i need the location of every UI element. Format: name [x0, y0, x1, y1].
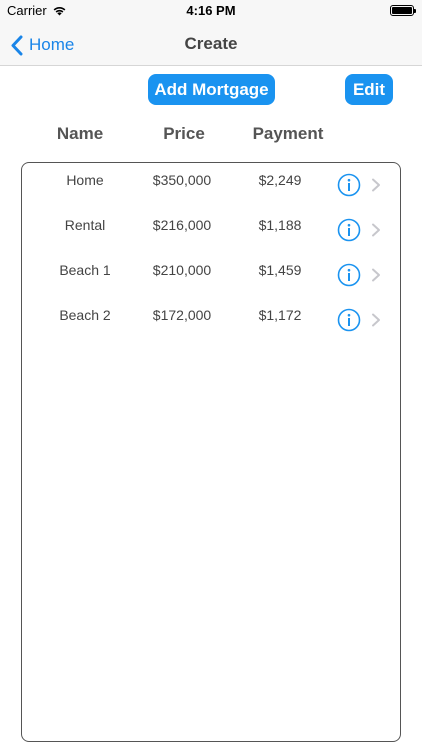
- mortgage-table: Home $350,000 $2,249 Rental $216,000 $1,…: [21, 162, 401, 742]
- column-header-payment: Payment: [252, 124, 324, 143]
- row-payment: $2,249: [258, 172, 302, 188]
- chevron-right-icon: [371, 178, 381, 192]
- row-price: $350,000: [152, 172, 212, 188]
- row-price: $210,000: [152, 262, 212, 278]
- info-icon[interactable]: [337, 263, 361, 287]
- edit-button[interactable]: Edit: [345, 74, 393, 105]
- chevron-right-icon: [371, 268, 381, 282]
- row-name: Beach 2: [59, 307, 111, 323]
- row-name: Beach 1: [59, 262, 111, 278]
- column-header-price: Price: [163, 124, 205, 143]
- table-row[interactable]: Beach 2 $172,000 $1,172: [22, 298, 400, 332]
- battery-icon: [390, 5, 416, 16]
- table-row[interactable]: Beach 1 $210,000 $1,459: [22, 253, 400, 287]
- chevron-right-icon: [371, 223, 381, 237]
- row-payment: $1,172: [258, 307, 302, 323]
- column-header-name: Name: [56, 124, 104, 143]
- row-payment: $1,188: [258, 217, 302, 233]
- row-name: Home: [66, 172, 104, 188]
- row-price: $216,000: [152, 217, 212, 233]
- row-price: $172,000: [152, 307, 212, 323]
- table-row[interactable]: Rental $216,000 $1,188: [22, 208, 400, 242]
- table-row[interactable]: Home $350,000 $2,249: [22, 163, 400, 197]
- status-time: 4:16 PM: [186, 3, 236, 18]
- navigation-bar: Home Create: [0, 24, 422, 66]
- info-icon[interactable]: [337, 308, 361, 332]
- info-icon[interactable]: [337, 218, 361, 242]
- row-name: Rental: [64, 217, 106, 233]
- row-payment: $1,459: [258, 262, 302, 278]
- add-mortgage-button[interactable]: Add Mortgage: [148, 74, 275, 105]
- info-icon[interactable]: [337, 173, 361, 197]
- status-bar: Carrier 4:16 PM: [0, 0, 422, 24]
- chevron-right-icon: [371, 313, 381, 327]
- page-title: Create: [184, 34, 238, 53]
